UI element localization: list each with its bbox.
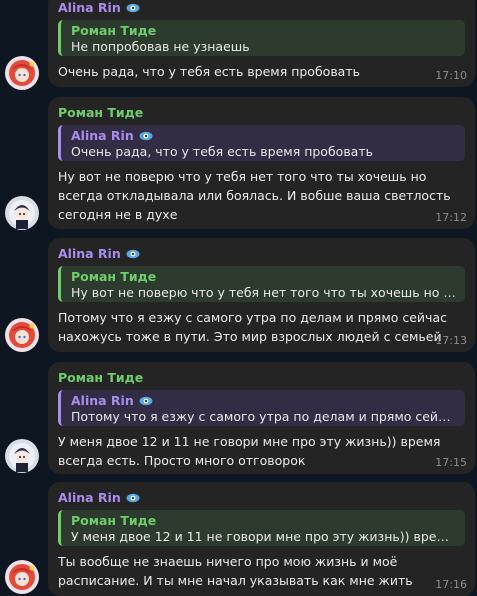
message-time: 17:13 xyxy=(435,334,467,347)
message-bubble[interactable]: Alina Rin Роман Тиде Ну вот не поверю чт… xyxy=(48,238,475,352)
message-time: 17:12 xyxy=(435,211,467,224)
quote-sender-label: Alina Rin xyxy=(71,393,134,408)
message-text: Ты вообще не знаешь ничего про мою жизнь… xyxy=(58,554,413,588)
sender-label[interactable]: Alina Rin xyxy=(58,245,121,263)
character-avatar-icon xyxy=(5,439,39,473)
eye-badge-icon xyxy=(126,493,140,503)
message-bubble[interactable]: Alina Rin Роман Тиде Не попробовав не уз… xyxy=(48,0,475,87)
quote-sender: Роман Тиде xyxy=(71,269,157,284)
quote-text: Потому что я езжу с самого утра по делам… xyxy=(71,409,457,424)
quote-text: Ну вот не поверю что у тебя нет того что… xyxy=(71,285,457,300)
sender-name[interactable]: Роман Тиде xyxy=(58,369,465,387)
avatar[interactable] xyxy=(5,318,39,352)
message-bubble[interactable]: Роман Тиде Alina Rin Очень рада, что у т… xyxy=(48,97,475,229)
message-time: 17:16 xyxy=(435,578,467,591)
eye-badge-icon xyxy=(126,249,140,259)
anime-girl-avatar-icon xyxy=(5,56,39,90)
message-text: У меня двое 12 и 11 не говори мне про эт… xyxy=(58,434,441,468)
quote-sender: Роман Тиде xyxy=(71,23,157,38)
character-avatar-icon xyxy=(5,196,39,230)
message-text: Потому что я езжу с самого утра по делам… xyxy=(58,310,447,344)
avatar[interactable] xyxy=(5,56,39,90)
avatar[interactable] xyxy=(5,196,39,230)
avatar[interactable] xyxy=(5,560,39,594)
sender-name[interactable]: Alina Rin xyxy=(58,245,465,263)
message-bubble[interactable]: Роман Тиде Alina Rin Потому что я езжу с… xyxy=(48,362,475,474)
message-time: 17:15 xyxy=(435,456,467,469)
eye-badge-icon xyxy=(139,396,153,405)
reply-quote[interactable]: Роман Тиде У меня двое 12 и 11 не говори… xyxy=(58,510,465,546)
message-bubble[interactable]: Alina Rin Роман Тиде У меня двое 12 и 11… xyxy=(48,482,475,596)
sender-name[interactable]: Роман Тиде xyxy=(58,104,465,122)
quote-sender-label: Alina Rin xyxy=(71,128,134,143)
reply-quote[interactable]: Alina Rin Потому что я езжу с самого утр… xyxy=(58,390,465,426)
anime-girl-avatar-icon xyxy=(5,560,39,594)
anime-girl-avatar-icon xyxy=(5,318,39,352)
message-text: Ну вот не поверю что у тебя нет того что… xyxy=(58,169,451,222)
sender-name[interactable]: Alina Rin xyxy=(58,0,465,17)
reply-quote[interactable]: Роман Тиде Ну вот не поверю что у тебя н… xyxy=(58,266,465,302)
message-time: 17:10 xyxy=(435,69,467,82)
quote-text: Очень рада, что у тебя есть время пробов… xyxy=(71,144,373,159)
eye-badge-icon xyxy=(139,131,153,140)
eye-badge-icon xyxy=(126,3,140,13)
reply-quote[interactable]: Alina Rin Очень рада, что у тебя есть вр… xyxy=(58,125,465,161)
sender-name[interactable]: Alina Rin xyxy=(58,489,465,507)
reply-quote[interactable]: Роман Тиде Не попробовав не узнаешь xyxy=(58,20,465,56)
sender-label[interactable]: Alina Rin xyxy=(58,489,121,507)
quote-text: У меня двое 12 и 11 не говори мне про эт… xyxy=(71,529,457,544)
quote-text: Не попробовав не узнаешь xyxy=(71,39,250,54)
quote-sender: Роман Тиде xyxy=(71,513,157,528)
quote-sender: Alina Rin xyxy=(71,393,457,408)
quote-sender: Alina Rin xyxy=(71,128,457,143)
avatar[interactable] xyxy=(5,439,39,473)
message-text: Очень рада, что у тебя есть время пробов… xyxy=(58,64,360,79)
sender-label[interactable]: Alina Rin xyxy=(58,0,121,17)
